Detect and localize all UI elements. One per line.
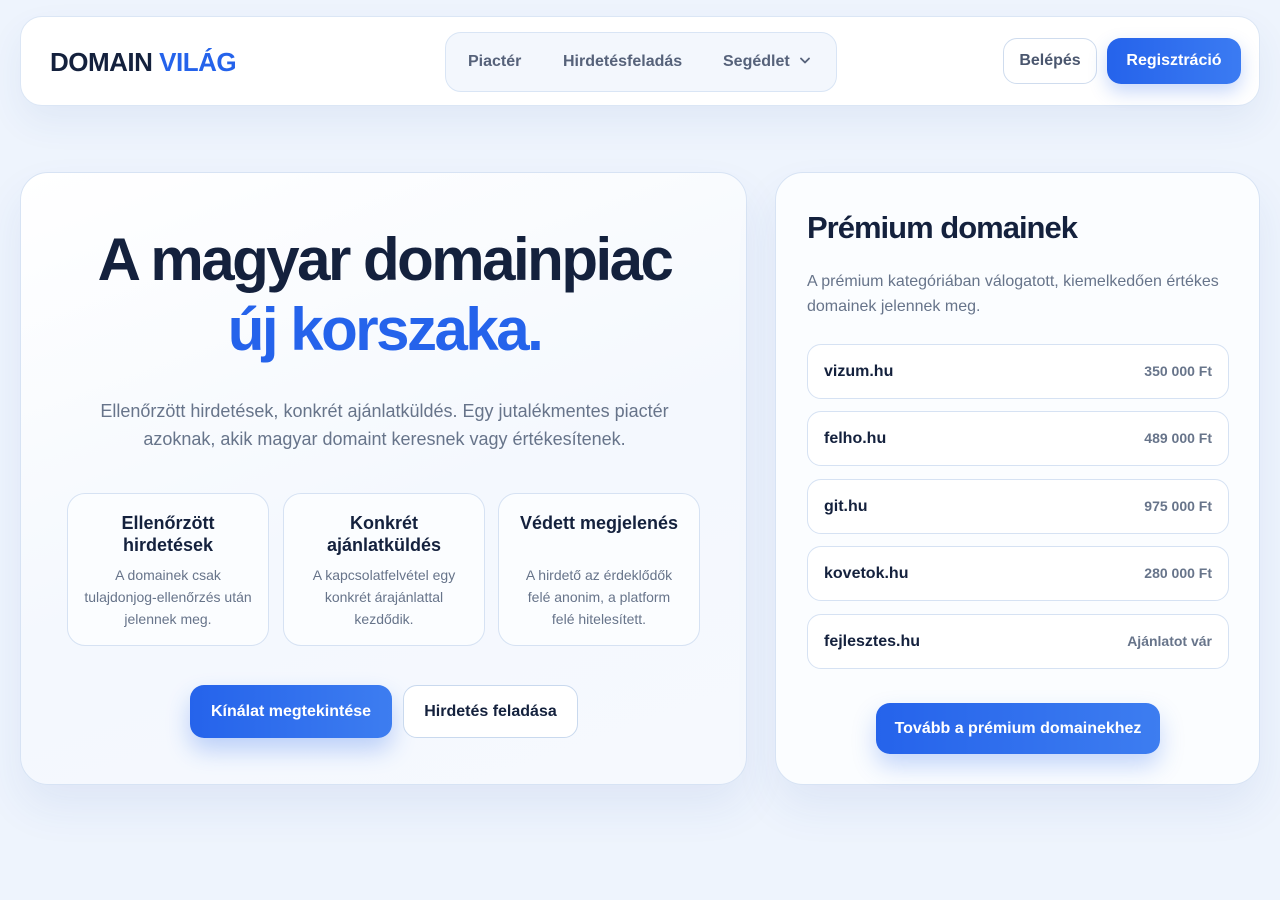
main-nav: Piactér Hirdetésfeladás Segédlet	[445, 32, 837, 92]
feature-title: Védett megjelenés	[519, 513, 679, 533]
hero-card: A magyar domainpiac új korszaka. Ellenőr…	[20, 172, 747, 785]
logo-main-text: DOMAIN	[50, 47, 153, 77]
login-button[interactable]: Belépés	[1003, 38, 1097, 84]
hero-subtitle: Ellenőrzött hirdetések, konkrét ajánlatk…	[100, 401, 669, 449]
feature-card-protected: Védett megjelenés A hirdető az érdeklődő…	[498, 493, 700, 646]
domain-row-fejlesztes[interactable]: fejlesztes.hu Ajánlatot vár	[807, 614, 1229, 669]
site-logo[interactable]: DOMAIN VILÁG	[50, 47, 237, 77]
more-premium-button[interactable]: Tovább a prémium domainekhez	[876, 703, 1160, 754]
domain-price: 489 000 Ft	[1144, 430, 1212, 446]
nav-item-hirdetesfeladas[interactable]: Hirdetésfeladás	[563, 33, 682, 91]
browse-offers-button[interactable]: Kínálat megtekintése	[190, 685, 392, 738]
feature-description: A hirdető az érdeklődők felé anonim, a p…	[525, 567, 673, 627]
domain-name: felho.hu	[824, 430, 887, 447]
domain-name: kovetok.hu	[824, 565, 909, 582]
hero-title: A magyar domainpiac új korszaka.	[21, 225, 748, 365]
feature-title: Ellenőrzött hirdetések	[121, 513, 215, 555]
premium-title: Prémium domainek	[807, 210, 1078, 245]
premium-domains-card: Prémium domainek A prémium kategóriában …	[775, 172, 1260, 785]
feature-title: Konkrét ajánlatküldés	[326, 513, 442, 555]
domain-name: fejlesztes.hu	[824, 633, 921, 650]
hero-title-line1: A magyar domainpiac	[97, 226, 674, 293]
domain-row-felho[interactable]: felho.hu 489 000 Ft	[807, 411, 1229, 466]
domain-name: git.hu	[824, 498, 868, 515]
domain-price: Ajánlatot vár	[1127, 633, 1212, 649]
nav-item-segedlet[interactable]: Segédlet	[723, 33, 810, 91]
domain-row-git[interactable]: git.hu 975 000 Ft	[807, 479, 1229, 534]
premium-description: A prémium kategóriában válogatott, kieme…	[807, 273, 1219, 315]
feature-card-verified: Ellenőrzött hirdetések A domainek csak t…	[67, 493, 269, 646]
domain-name: vizum.hu	[824, 363, 894, 380]
chevron-down-icon	[799, 31, 810, 89]
logo-accent-text: VILÁG	[159, 47, 237, 77]
domain-row-vizum[interactable]: vizum.hu 350 000 Ft	[807, 344, 1229, 399]
register-button[interactable]: Regisztráció	[1107, 38, 1241, 84]
nav-item-segedlet-label: Segédlet	[723, 53, 790, 71]
domain-price: 280 000 Ft	[1144, 565, 1212, 581]
hero-title-line2: új korszaka.	[227, 296, 544, 363]
feature-card-offer: Konkrét ajánlatküldés A kapcsolatfelvéte…	[283, 493, 485, 646]
feature-description: A kapcsolatfelvétel egy konkrét árajánla…	[312, 567, 456, 627]
domain-price: 350 000 Ft	[1144, 363, 1212, 379]
feature-description: A domainek csak tulajdonjog-ellenőrzés u…	[84, 567, 252, 627]
domain-price: 975 000 Ft	[1144, 498, 1212, 514]
post-listing-button[interactable]: Hirdetés feladása	[403, 685, 578, 738]
domain-row-kovetok[interactable]: kovetok.hu 280 000 Ft	[807, 546, 1229, 601]
nav-item-piacter[interactable]: Piactér	[468, 33, 521, 91]
top-navigation-bar: DOMAIN VILÁG Piactér Hirdetésfeladás Seg…	[20, 16, 1260, 106]
